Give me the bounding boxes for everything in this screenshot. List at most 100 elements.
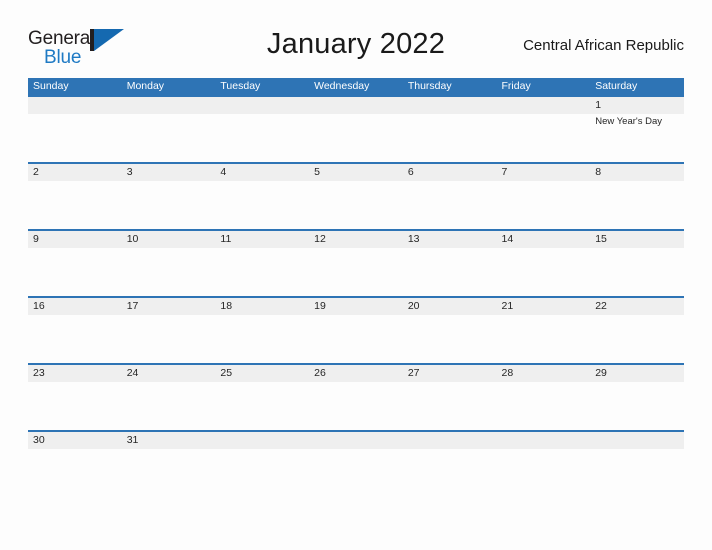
page-header: General Blue January 2022 Central Africa… <box>28 24 684 72</box>
day-header-wednesday: Wednesday <box>314 80 370 92</box>
day-number: 1 <box>595 99 602 111</box>
day-cell[interactable] <box>215 97 309 162</box>
day-cell[interactable]: 19 <box>309 298 403 363</box>
calendar-week-row: 9 10 11 12 13 14 15 <box>28 229 684 296</box>
day-cell[interactable] <box>590 432 684 497</box>
day-cell[interactable]: 8 <box>590 164 684 229</box>
day-cell[interactable]: 18 <box>215 298 309 363</box>
day-cell[interactable]: 30 <box>28 432 122 497</box>
day-number: 10 <box>126 233 139 245</box>
day-event <box>408 181 497 182</box>
day-cell[interactable] <box>28 97 122 162</box>
day-header-saturday: Saturday <box>595 80 638 92</box>
day-number <box>595 432 684 449</box>
day-event: New Year's Day <box>595 116 662 127</box>
day-cell[interactable]: 20 <box>403 298 497 363</box>
day-header-friday: Friday <box>501 80 531 92</box>
day-cell[interactable] <box>403 432 497 497</box>
day-number <box>408 432 497 449</box>
day-cell[interactable]: 13 <box>403 231 497 296</box>
day-cell[interactable] <box>403 97 497 162</box>
day-event <box>33 382 122 383</box>
day-event <box>33 315 122 316</box>
day-cell[interactable]: 22 <box>590 298 684 363</box>
day-event <box>502 114 591 115</box>
day-header-monday: Monday <box>126 80 165 92</box>
day-cell[interactable]: 2 <box>28 164 122 229</box>
day-event <box>595 315 684 316</box>
day-cell[interactable]: 7 <box>497 164 591 229</box>
day-event <box>127 315 216 316</box>
day-event <box>220 315 309 316</box>
calendar-grid: Sunday Monday Tuesday Wednesday Thursday… <box>28 78 684 497</box>
day-number: 27 <box>407 367 420 379</box>
country-label: Central African Republic <box>523 37 684 54</box>
day-cell[interactable]: 10 <box>122 231 216 296</box>
day-cell[interactable]: 9 <box>28 231 122 296</box>
day-number: 18 <box>220 300 233 312</box>
day-event <box>502 449 591 450</box>
day-event <box>33 449 122 450</box>
day-event <box>33 248 122 249</box>
day-cell[interactable]: 11 <box>215 231 309 296</box>
day-cell[interactable]: 15 <box>590 231 684 296</box>
day-cell[interactable]: 24 <box>122 365 216 430</box>
day-cell[interactable] <box>122 97 216 162</box>
day-number: 30 <box>33 434 45 446</box>
calendar-week-row: 1 New Year's Day <box>28 95 684 162</box>
day-cell[interactable]: 31 <box>122 432 216 497</box>
day-cell[interactable]: 6 <box>403 164 497 229</box>
day-number: 29 <box>595 367 607 379</box>
day-cell[interactable] <box>309 97 403 162</box>
day-cell[interactable]: 23 <box>28 365 122 430</box>
day-number: 6 <box>407 166 414 178</box>
day-number: 17 <box>126 300 139 312</box>
day-event <box>595 382 684 383</box>
day-cell[interactable]: 1 New Year's Day <box>590 97 684 162</box>
day-event <box>595 248 684 249</box>
day-number: 24 <box>126 367 139 379</box>
day-number <box>33 97 122 114</box>
day-number: 23 <box>33 367 45 379</box>
day-cell[interactable]: 28 <box>497 365 591 430</box>
day-number: 19 <box>314 300 326 312</box>
day-header-tuesday: Tuesday <box>220 80 261 92</box>
day-number: 21 <box>501 300 514 312</box>
day-cell[interactable]: 4 <box>215 164 309 229</box>
day-number: 28 <box>501 367 514 379</box>
day-number <box>220 97 309 114</box>
day-cell[interactable]: 16 <box>28 298 122 363</box>
day-event <box>502 315 591 316</box>
day-cell[interactable] <box>497 432 591 497</box>
day-event <box>314 382 403 383</box>
day-cell[interactable]: 25 <box>215 365 309 430</box>
day-number: 20 <box>407 300 420 312</box>
day-number: 16 <box>33 300 45 312</box>
day-cell[interactable] <box>215 432 309 497</box>
day-cell[interactable]: 27 <box>403 365 497 430</box>
calendar-page: General Blue January 2022 Central Africa… <box>0 0 712 550</box>
day-event <box>408 382 497 383</box>
day-cell[interactable]: 21 <box>497 298 591 363</box>
day-event <box>33 114 122 115</box>
day-cell[interactable] <box>309 432 403 497</box>
day-cell[interactable]: 12 <box>309 231 403 296</box>
day-cell[interactable]: 3 <box>122 164 216 229</box>
day-cell[interactable]: 29 <box>590 365 684 430</box>
day-number: 4 <box>220 166 227 178</box>
day-event <box>502 248 591 249</box>
day-cell[interactable] <box>497 97 591 162</box>
day-event <box>127 181 216 182</box>
day-cell[interactable]: 26 <box>309 365 403 430</box>
day-cell[interactable]: 17 <box>122 298 216 363</box>
day-cell[interactable]: 5 <box>309 164 403 229</box>
day-event <box>595 181 684 182</box>
calendar-week-row: 2 3 4 5 6 7 8 <box>28 162 684 229</box>
day-event <box>408 449 497 450</box>
day-event <box>314 114 403 115</box>
day-cell[interactable]: 14 <box>497 231 591 296</box>
day-number: 11 <box>220 233 232 245</box>
day-number: 7 <box>501 166 508 178</box>
day-number: 12 <box>314 233 326 245</box>
day-of-week-header-row: Sunday Monday Tuesday Wednesday Thursday… <box>28 78 684 95</box>
